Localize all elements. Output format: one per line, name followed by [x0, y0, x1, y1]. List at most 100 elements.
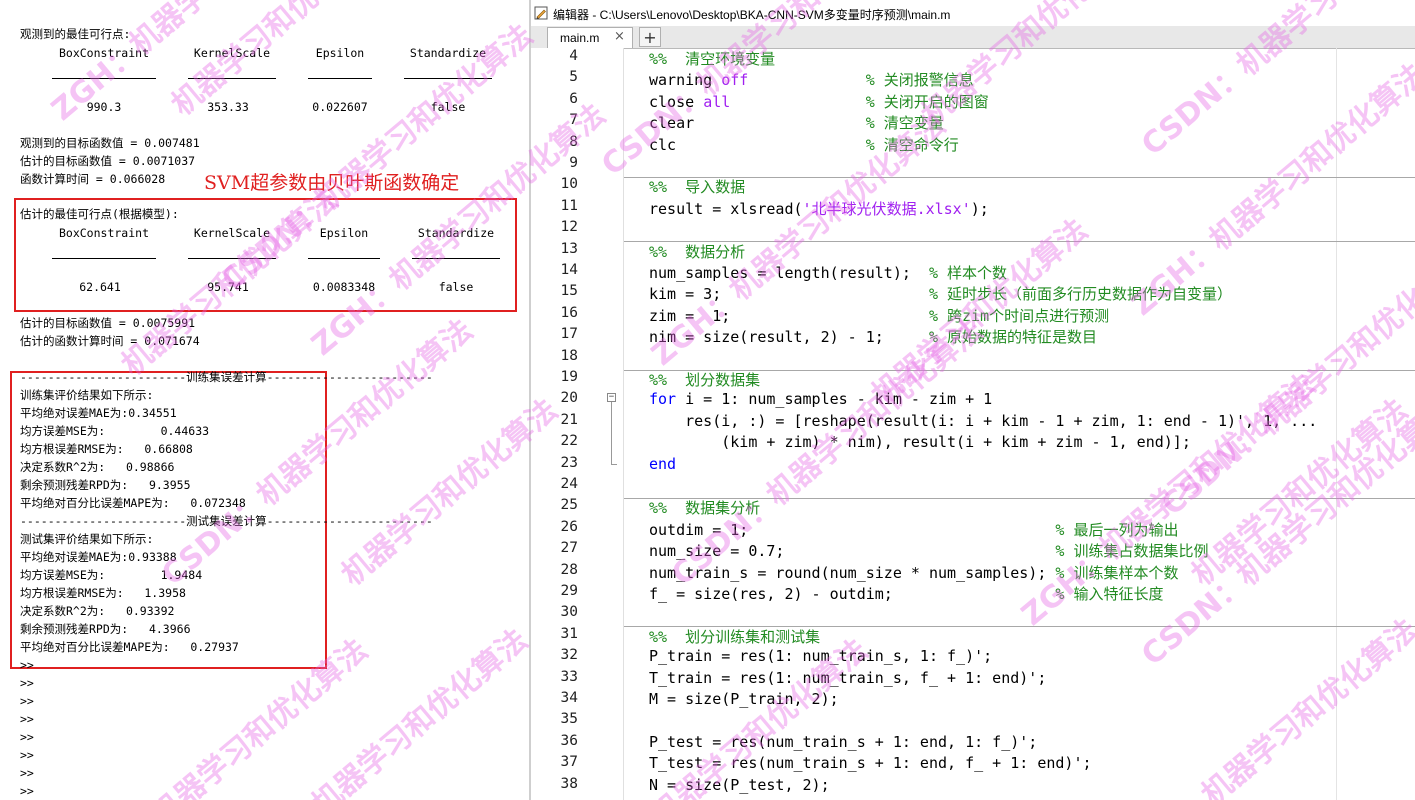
test-line: 决定系数R^2为: 0.93392	[20, 604, 175, 618]
train-line: 训练集评价结果如下所示:	[20, 388, 154, 402]
line-number: 38	[560, 775, 578, 792]
code-line[interactable]: outdim = 1; % 最后一列为输出	[649, 519, 1178, 540]
close-icon[interactable]: ×	[614, 29, 625, 44]
command-prompt[interactable]: >>	[20, 676, 34, 690]
test-line: 均方根误差RMSE为: 1.3958	[20, 586, 186, 600]
estimated-standardize: false	[438, 280, 474, 294]
code-line[interactable]: num_samples = length(result); % 样本个数	[649, 262, 1007, 283]
code-comment: % 最后一列为输出	[1055, 520, 1179, 539]
code-text: (kim + zim) * nim), result(i + kim + zim…	[649, 433, 1191, 452]
code-line[interactable]: T_train = res(1: num_train_s, f_ + 1: en…	[649, 669, 1046, 687]
code-text: outdim = 1;	[649, 520, 1056, 539]
editor-icon	[534, 6, 548, 20]
code-string: off	[721, 71, 749, 90]
line-number: 8	[569, 133, 578, 150]
observed-standardize: false	[430, 100, 466, 114]
code-line[interactable]: %% 清空环境变量	[649, 48, 775, 69]
code-comment: % 关闭报警信息	[865, 71, 974, 90]
command-window[interactable]: 观测到的最佳可行点: BoxConstraint KernelScale Eps…	[0, 0, 529, 800]
header-underline	[52, 258, 156, 259]
right-margin-line	[1336, 48, 1337, 800]
code-line[interactable]: num_size = 0.7; % 训练集占数据集比例	[649, 540, 1208, 561]
code-text: f_ = size(res, 2) - outdim;	[649, 585, 1056, 603]
code-line[interactable]: res(i, :) = [reshape(result(i: i + kim -…	[649, 412, 1317, 430]
code-comment: % 原始数据的特征是数目	[928, 328, 1098, 347]
code-line[interactable]: num_train_s = round(num_size * num_sampl…	[649, 562, 1178, 583]
code-line[interactable]: P_test = res(num_train_s + 1: end, 1: f_…	[649, 733, 1037, 751]
code-line[interactable]: M = size(P_train, 2);	[649, 690, 839, 708]
command-prompt[interactable]: >>	[20, 730, 34, 744]
code-editor[interactable]: 4 %% 清空环境变量 5 warning off % 关闭报警信息 6 close al…	[531, 48, 1415, 800]
line-number: 5	[569, 69, 578, 86]
code-text: M = size(P_train, 2);	[649, 690, 839, 708]
code-line[interactable]: close all % 关闭开启的图窗	[649, 91, 989, 112]
code-comment: %% 导入数据	[649, 178, 746, 197]
train-line: 平均绝对百分比误差MAPE为: 0.072348	[20, 496, 246, 510]
param-header-standardize: Standardize	[409, 46, 487, 60]
command-prompt[interactable]: >>	[20, 658, 34, 672]
train-line: 均方根误差RMSE为: 0.66808	[20, 442, 193, 456]
code-line[interactable]: %% 划分训练集和测试集	[649, 626, 820, 647]
code-line[interactable]: (kim + zim) * nim), result(i + kim + zim…	[649, 433, 1191, 451]
code-line[interactable]: N = size(P_test, 2);	[649, 776, 830, 794]
code-line[interactable]: P_train = res(1: num_train_s, 1: f_)';	[649, 647, 992, 665]
command-prompt[interactable]: >>	[20, 766, 34, 780]
code-text: clc	[649, 135, 866, 154]
header-underline	[188, 258, 276, 259]
code-line[interactable]: f_ = size(res, 2) - outdim; % 输入特征长度	[649, 583, 1163, 604]
line-number: 6	[569, 90, 578, 107]
fold-collapse-icon[interactable]: −	[607, 393, 616, 402]
code-text: clear	[649, 114, 866, 133]
code-line[interactable]: %% 数据集分析	[649, 497, 760, 518]
code-comment: %% 划分数据集	[649, 371, 761, 389]
line-number: 7	[569, 112, 578, 129]
line-number: 13	[560, 240, 578, 257]
command-prompt[interactable]: >>	[20, 712, 34, 726]
code-line[interactable]: result = xlsread('北半球光伏数据.xlsx');	[649, 198, 989, 219]
line-number: 35	[560, 711, 578, 728]
code-line[interactable]: warning off % 关闭报警信息	[649, 69, 974, 90]
train-line: 剩余预测残差RPD为: 9.3955	[20, 478, 191, 492]
command-prompt[interactable]: >>	[20, 748, 34, 762]
code-line[interactable]: T_test = res(num_train_s + 1: end, f_ + …	[649, 754, 1092, 772]
code-text: num_samples = length(result);	[649, 264, 929, 282]
estimated-objective-model: 估计的目标函数值 = 0.0075991	[20, 316, 196, 330]
code-comment: % 延时步长（前面多行历史数据作为自变量）	[928, 285, 1233, 304]
code-line[interactable]: nim = size(result, 2) - 1; % 原始数据的特征是数目	[649, 326, 1097, 347]
line-number: 31	[560, 625, 578, 642]
line-number: 37	[560, 754, 578, 771]
code-line[interactable]: clc % 清空命令行	[649, 134, 959, 155]
line-number: 22	[560, 433, 578, 450]
annotation-text: SVM超参数由贝叶斯函数确定	[204, 172, 460, 194]
line-number: 17	[560, 326, 578, 343]
code-text: P_test = res(num_train_s + 1: end, 1: f_…	[649, 732, 1038, 751]
code-line[interactable]: clear % 清空变量	[649, 112, 944, 133]
code-line[interactable]: %% 划分数据集	[649, 369, 760, 390]
editor-window: 编辑器 - C:\Users\Lenovo\Desktop\BKA-CNN-SV…	[531, 0, 1415, 800]
code-comment: %% 划分训练集和测试集	[649, 627, 821, 646]
observed-best-label: 观测到的最佳可行点:	[20, 27, 131, 41]
line-number: 20	[560, 390, 578, 407]
param-header-epsilon: Epsilon	[315, 46, 365, 60]
command-prompt[interactable]: >>	[20, 694, 34, 708]
code-line[interactable]: kim = 3; % 延时步长（前面多行历史数据作为自变量）	[649, 283, 1232, 304]
param-header-standardize: Standardize	[417, 226, 495, 240]
train-separator: ------------------------训练集误差计算---------…	[20, 370, 433, 384]
code-line[interactable]: for i = 1: num_samples - kim - zim + 1	[649, 390, 992, 408]
code-line[interactable]: zim = 1; % 跨zim个时间点进行预测	[649, 305, 1109, 326]
command-prompt[interactable]: >>	[20, 784, 34, 798]
add-tab-button[interactable]: +	[639, 27, 661, 47]
code-string: all	[703, 92, 731, 111]
code-text: P_train = res(1: num_train_s, 1: f_)';	[649, 647, 993, 666]
estimated-best-label: 估计的最佳可行点(根据模型):	[20, 207, 179, 221]
code-line[interactable]: %% 导入数据	[649, 176, 745, 197]
header-underline	[52, 78, 156, 79]
tab-main-m[interactable]: main.m ×	[547, 27, 633, 48]
code-line[interactable]: end	[649, 455, 676, 473]
code-comment: % 输入特征长度	[1055, 585, 1164, 603]
code-line[interactable]: %% 数据分析	[649, 241, 745, 262]
editor-title: 编辑器 - C:\Users\Lenovo\Desktop\BKA-CNN-SV…	[553, 8, 951, 22]
function-time: 函数计算时间 = 0.066028	[20, 172, 166, 186]
test-line: 剩余预测残差RPD为: 4.3966	[20, 622, 191, 636]
